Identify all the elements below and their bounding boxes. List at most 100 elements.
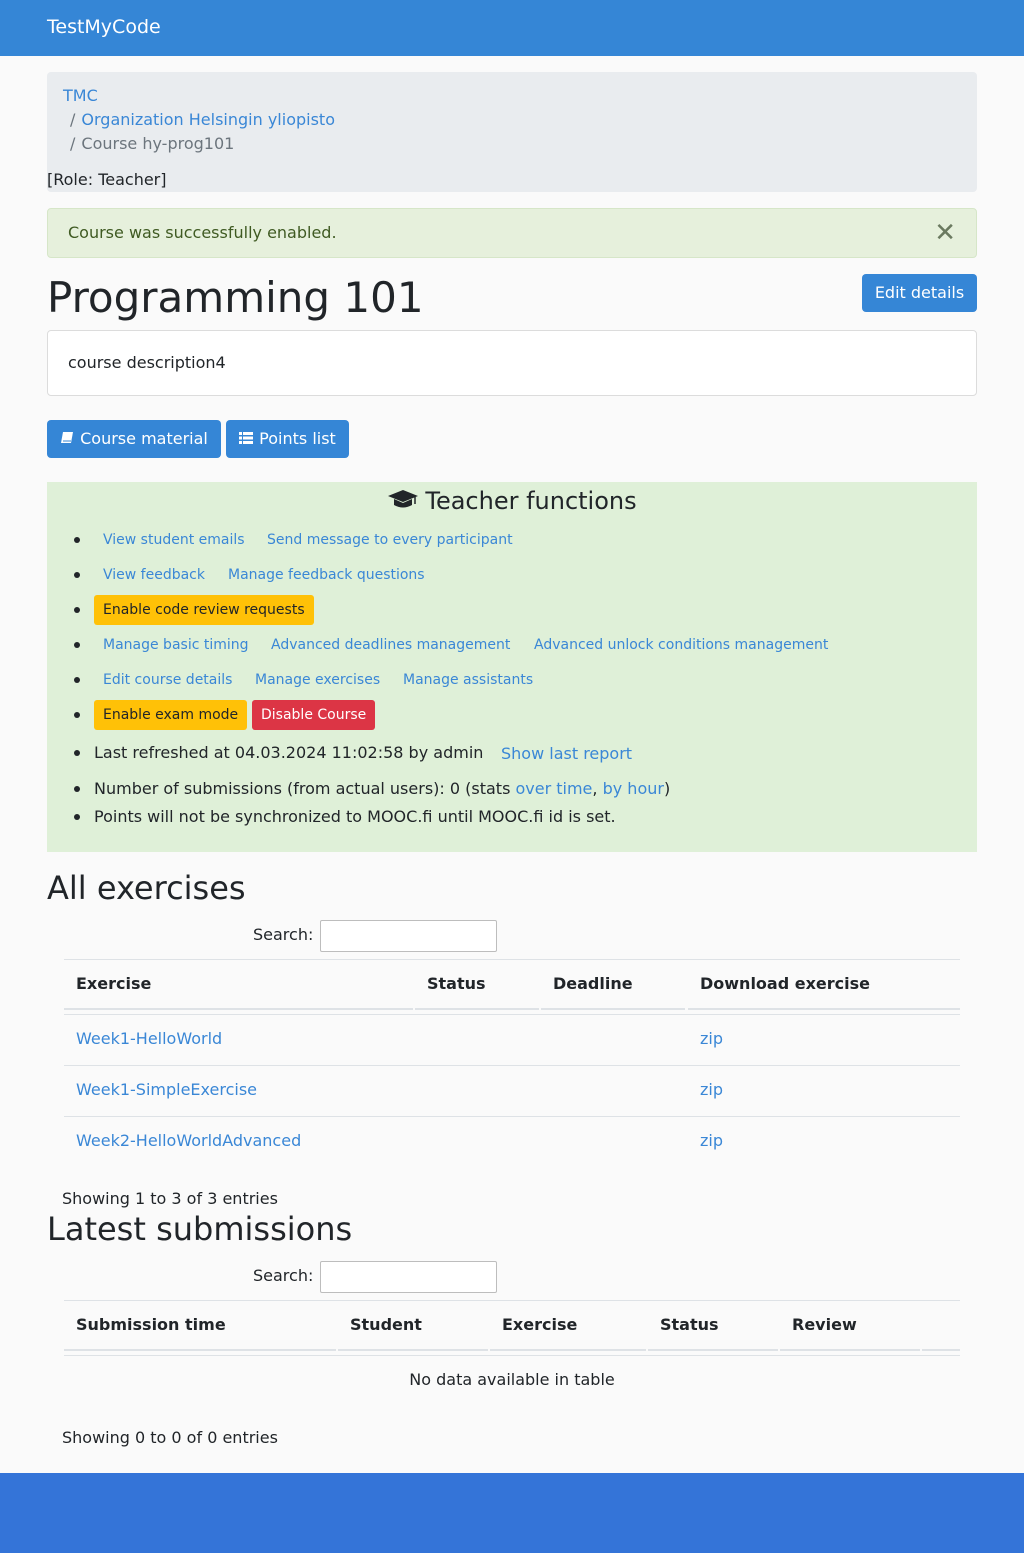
- exercise-name-link[interactable]: Week2-HelloWorldAdvanced: [76, 1131, 301, 1150]
- table-row-border: [64, 1355, 960, 1356]
- list-bullet: [74, 712, 80, 718]
- latest-submissions-title: Latest submissions: [47, 1210, 353, 1248]
- breadcrumb-item-course: / Course hy-prog101: [70, 134, 234, 153]
- manage-basic-timing-link[interactable]: Manage basic timing: [103, 637, 249, 653]
- course-material-label: Course material: [80, 429, 208, 448]
- submissions-search-label: Search:: [253, 1266, 314, 1285]
- view-student-emails-link[interactable]: View student emails: [103, 532, 245, 548]
- header-border: [64, 1008, 413, 1010]
- manage-assistants-link[interactable]: Manage assistants: [403, 672, 533, 688]
- header-border: [490, 1349, 646, 1351]
- list-bullet: [74, 814, 80, 820]
- col-exercise-header[interactable]: Exercise: [502, 1315, 577, 1334]
- exercises-search-label: Search:: [253, 925, 314, 944]
- download-zip-link[interactable]: zip: [700, 1131, 723, 1150]
- breadcrumb-separator: /: [70, 134, 76, 153]
- header-border: [688, 1008, 960, 1010]
- teacher-functions-title: Teacher functions: [425, 487, 637, 515]
- teacher-functions-heading: Teacher functions: [47, 486, 977, 516]
- navbar: TestMyCode: [0, 0, 1024, 56]
- col-status-header[interactable]: Status: [427, 974, 486, 993]
- footer: [0, 1473, 1024, 1553]
- send-message-link[interactable]: Send message to every participant: [267, 532, 513, 548]
- exercises-search-input[interactable]: [320, 920, 497, 952]
- list-bullet: [74, 677, 80, 683]
- submissions-table-info: Showing 0 to 0 of 0 entries: [62, 1428, 278, 1447]
- header-border: [338, 1349, 488, 1351]
- exercises-table-info: Showing 1 to 3 of 3 entries: [62, 1189, 278, 1208]
- view-feedback-link[interactable]: View feedback: [103, 567, 205, 583]
- enable-code-review-button[interactable]: Enable code review requests: [94, 595, 314, 625]
- stats-suffix: ): [663, 779, 671, 798]
- stats-by-hour-link[interactable]: by hour: [603, 779, 664, 798]
- manage-feedback-questions-link[interactable]: Manage feedback questions: [228, 567, 425, 583]
- breadcrumb: TMC / Organization Helsingin yliopisto / C…: [47, 72, 977, 192]
- all-exercises-title: All exercises: [47, 869, 246, 907]
- header-border: [415, 1008, 539, 1010]
- breadcrumb-separator: /: [70, 110, 76, 129]
- disable-course-button[interactable]: Disable Course: [252, 700, 376, 730]
- advanced-deadlines-link[interactable]: Advanced deadlines management: [271, 637, 510, 653]
- table-row-border: [64, 1014, 960, 1015]
- success-alert: Course was successfully enabled. ✕: [47, 208, 977, 258]
- breadcrumb-item-organization: / Organization Helsingin yliopisto: [70, 110, 335, 129]
- advanced-unlock-conditions-link[interactable]: Advanced unlock conditions management: [534, 637, 828, 653]
- page-title: Programming 101: [47, 273, 424, 322]
- exercise-name-link[interactable]: Week1-HelloWorld: [76, 1029, 222, 1048]
- points-list-button[interactable]: Points list: [226, 420, 349, 458]
- breadcrumb-course: Course hy-prog101: [81, 134, 235, 153]
- header-border: [64, 1349, 336, 1351]
- graduation-cap-icon: [388, 490, 419, 508]
- list-bullet: [74, 537, 80, 543]
- col-submission-time-header[interactable]: Submission time: [76, 1315, 226, 1334]
- download-zip-link[interactable]: zip: [700, 1029, 723, 1048]
- col-exercise-header[interactable]: Exercise: [76, 974, 151, 993]
- table-top-border: [64, 959, 960, 960]
- list-icon: [239, 432, 254, 444]
- manage-exercises-link[interactable]: Manage exercises: [255, 672, 380, 688]
- col-student-header[interactable]: Student: [350, 1315, 422, 1334]
- table-top-border: [64, 1300, 960, 1301]
- col-status-header[interactable]: Status: [660, 1315, 719, 1334]
- role-label: [Role: Teacher]: [47, 170, 167, 189]
- header-border: [780, 1349, 920, 1351]
- breadcrumb-organization-link[interactable]: Organization Helsingin yliopisto: [81, 110, 335, 129]
- last-refreshed-text: Last refreshed at 04.03.2024 11:02:58 by…: [94, 743, 484, 762]
- edit-details-button[interactable]: Edit details: [862, 274, 977, 312]
- course-description-card: course description4: [47, 330, 977, 396]
- header-border: [922, 1349, 960, 1351]
- empty-table-message: No data available in table: [409, 1370, 615, 1389]
- close-icon[interactable]: ✕: [934, 218, 956, 248]
- list-bullet: [74, 572, 80, 578]
- col-deadline-header[interactable]: Deadline: [553, 974, 633, 993]
- mooc-sync-notice: Points will not be synchronized to MOOC.…: [94, 807, 616, 826]
- enable-exam-mode-button[interactable]: Enable exam mode: [94, 700, 248, 730]
- download-zip-link[interactable]: zip: [700, 1080, 723, 1099]
- list-bullet: [74, 642, 80, 648]
- exercise-name-link[interactable]: Week1-SimpleExercise: [76, 1080, 257, 1099]
- header-border: [541, 1008, 685, 1010]
- header-border: [648, 1349, 778, 1351]
- table-row-border: [64, 1065, 960, 1066]
- col-download-header[interactable]: Download exercise: [700, 974, 870, 993]
- stats-separator: ,: [592, 779, 598, 798]
- edit-course-details-link[interactable]: Edit course details: [103, 672, 232, 688]
- course-description: course description4: [68, 353, 226, 372]
- list-bullet: [74, 607, 80, 613]
- stats-over-time-link[interactable]: over time: [515, 779, 592, 798]
- submissions-search-input[interactable]: [320, 1261, 497, 1293]
- breadcrumb-tmc[interactable]: TMC: [63, 86, 98, 105]
- book-icon: [61, 432, 74, 443]
- list-bullet: [74, 786, 80, 792]
- points-list-label: Points list: [259, 429, 336, 448]
- col-review-header[interactable]: Review: [792, 1315, 857, 1334]
- submissions-count: Number of submissions (from actual users…: [94, 779, 670, 798]
- course-material-button[interactable]: Course material: [47, 420, 221, 458]
- show-last-report-link[interactable]: Show last report: [501, 744, 632, 763]
- alert-message: Course was successfully enabled.: [68, 223, 337, 242]
- brand-link[interactable]: TestMyCode: [47, 16, 161, 38]
- list-bullet: [74, 750, 80, 756]
- submissions-count-text: Number of submissions (from actual users…: [94, 779, 516, 798]
- teacher-functions-panel: Teacher functions View student emails Se…: [47, 482, 977, 852]
- table-row-border: [64, 1116, 960, 1117]
